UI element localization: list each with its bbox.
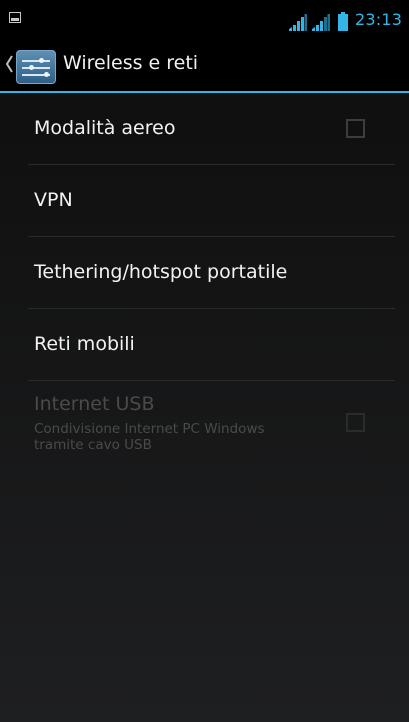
settings-list: Modalità aereo VPN Tethering/hotspot por… — [0, 93, 409, 463]
setting-label: VPN — [34, 189, 73, 211]
settings-sliders-icon[interactable] — [16, 50, 56, 84]
battery-icon — [338, 12, 348, 31]
setting-tethering-hotspot[interactable]: Tethering/hotspot portatile — [0, 237, 409, 309]
setting-vpn[interactable]: VPN — [0, 165, 409, 237]
status-time: 23:13 — [355, 10, 403, 29]
chevron-left-icon[interactable] — [4, 53, 14, 75]
status-bar: 23:13 — [0, 0, 409, 38]
settings-screen: 23:13 Wireless e reti Modalità aereo VPN — [0, 0, 409, 722]
setting-label: Internet USB — [34, 393, 155, 415]
setting-usb-internet: Internet USB Condivisione Internet PC Wi… — [0, 381, 409, 463]
airplane-mode-checkbox[interactable] — [346, 119, 365, 138]
setting-label: Modalità aereo — [34, 117, 176, 139]
signal-strength-icon — [312, 14, 330, 31]
screenshot-notification-icon — [9, 12, 21, 23]
screen-title: Wireless e reti — [63, 52, 199, 74]
setting-label: Reti mobili — [34, 333, 135, 355]
setting-summary: Condivisione Internet PC Windows tramite… — [34, 421, 265, 453]
usb-internet-checkbox — [346, 413, 365, 432]
setting-airplane-mode[interactable]: Modalità aereo — [0, 93, 409, 165]
signal-strength-icon — [289, 14, 307, 31]
setting-mobile-networks[interactable]: Reti mobili — [0, 309, 409, 381]
setting-label: Tethering/hotspot portatile — [34, 261, 288, 283]
action-bar: Wireless e reti — [0, 38, 409, 93]
